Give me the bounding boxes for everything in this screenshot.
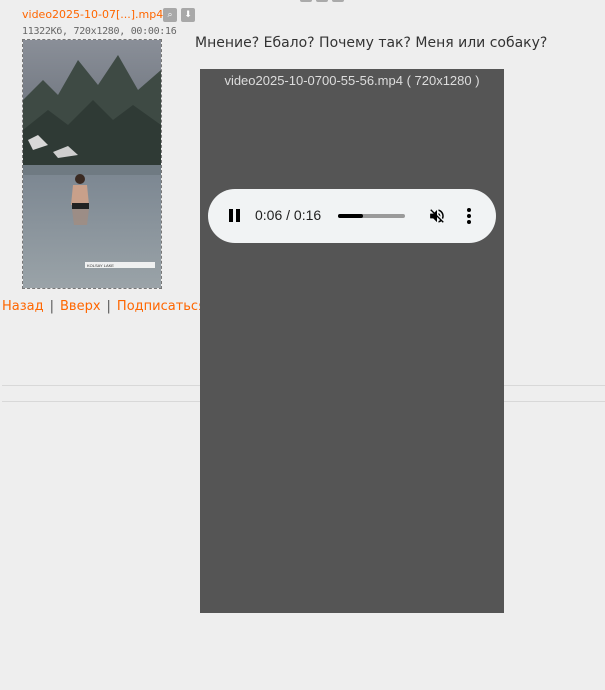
file-info: 11322Кб, 720x1280, 00:00:16	[22, 26, 177, 37]
back-link[interactable]: Назад	[2, 299, 44, 314]
search-icon[interactable]: ⌕	[163, 8, 177, 22]
media-controls: 0:06 / 0:16	[208, 189, 496, 243]
top-link[interactable]: Вверх	[60, 299, 101, 314]
thread-nav: Назад|Вверх|Подписаться|	[2, 299, 222, 314]
pause-icon[interactable]	[229, 209, 241, 222]
nav-separator: |	[49, 299, 54, 314]
time-display: 0:06 / 0:16	[255, 207, 322, 223]
file-name-link[interactable]: video2025-10-07[...].mp4	[22, 8, 163, 22]
thumbnail-caption: KOLSAY LAKE	[87, 263, 114, 268]
more-vert-icon[interactable]	[467, 208, 471, 224]
subscribe-link[interactable]: Подписаться	[117, 299, 206, 314]
volume-muted-icon[interactable]	[428, 207, 446, 225]
top-control-3[interactable]	[332, 0, 344, 2]
post-message: Мнение? Ебало? Почему так? Меня или соба…	[195, 35, 548, 51]
video-thumbnail[interactable]: KOLSAY LAKE	[22, 39, 162, 289]
top-controls	[300, 0, 344, 2]
player-title: video2025-10-0700-55-56.mp4 ( 720x1280 )	[224, 73, 480, 88]
nav-separator: |	[106, 299, 111, 314]
progress-bar[interactable]	[338, 214, 405, 218]
download-icon[interactable]: ⬇	[181, 8, 195, 22]
top-control-1[interactable]	[300, 0, 312, 2]
video-player[interactable]: video2025-10-0700-55-56.mp4 ( 720x1280 )…	[200, 69, 504, 613]
top-control-2[interactable]	[316, 0, 328, 2]
progress-fill	[338, 214, 364, 218]
